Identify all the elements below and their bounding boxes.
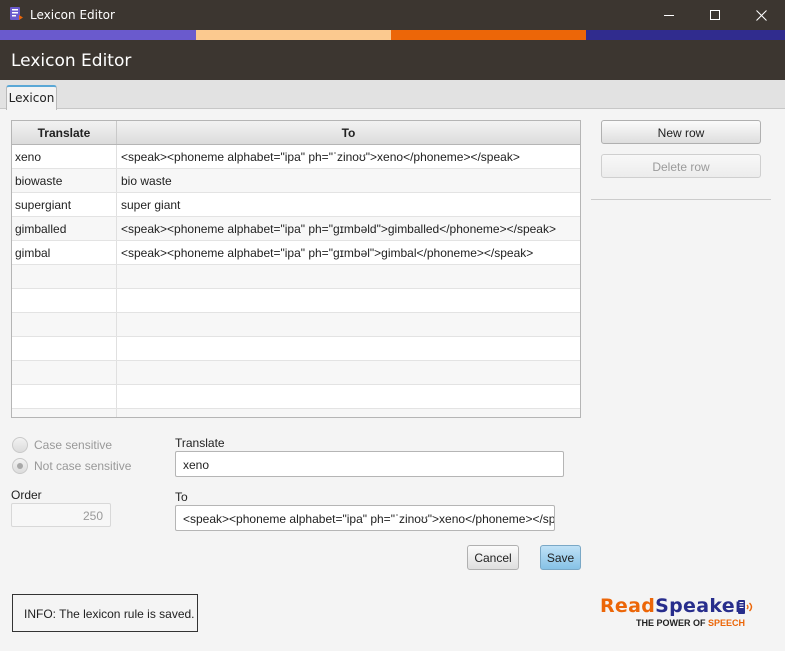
translate-label: Translate: [175, 436, 225, 450]
header: Lexicon Editor: [0, 40, 785, 80]
brand-stripe-4: [586, 30, 785, 40]
cell-translate: supergiant: [12, 193, 117, 216]
table-header: Translate To: [12, 121, 580, 145]
empty-row: [12, 409, 580, 417]
case-sensitive-label: Case sensitive: [34, 438, 113, 452]
brand-stripe-1: [0, 30, 196, 40]
page-title: Lexicon Editor: [11, 51, 132, 71]
empty-row: [12, 337, 580, 361]
lexicon-table[interactable]: Translate To xeno <speak><phoneme alphab…: [11, 120, 581, 418]
table-row[interactable]: xeno <speak><phoneme alphabet="ipa" ph="…: [12, 145, 580, 169]
empty-row: [12, 265, 580, 289]
maximize-button[interactable]: [692, 0, 738, 30]
cell-translate: gimballed: [12, 217, 117, 240]
cell-translate: xeno: [12, 145, 117, 168]
cell-to: super giant: [121, 198, 181, 212]
case-sensitive-radio[interactable]: [12, 437, 28, 453]
cancel-button[interactable]: Cancel: [467, 545, 519, 570]
table-row[interactable]: supergiant super giant: [12, 193, 580, 217]
radio-selected-dot: [17, 463, 23, 469]
table-row[interactable]: biowaste bio waste: [12, 169, 580, 193]
order-field[interactable]: 250: [11, 503, 111, 527]
brand-stripe-2: [196, 30, 391, 40]
minimize-icon: [663, 14, 674, 16]
brand-stripe-3: [391, 30, 586, 40]
table-row[interactable]: gimbal <speak><phoneme alphabet="ipa" ph…: [12, 241, 580, 265]
minimize-button[interactable]: [646, 0, 692, 30]
logo-wordmark: ReadSpeaker: [600, 595, 745, 617]
cell-translate: biowaste: [12, 169, 117, 192]
cell-to: <speak><phoneme alphabet="ipa" ph="gɪmbə…: [121, 246, 534, 260]
tab-bar: Lexicon: [0, 80, 785, 110]
not-case-sensitive-label: Not case sensitive: [34, 459, 132, 473]
cell-to: <speak><phoneme alphabet="ipa" ph="ˈzino…: [121, 150, 520, 164]
translate-field[interactable]: xeno: [175, 451, 564, 477]
table-row[interactable]: gimballed <speak><phoneme alphabet="ipa"…: [12, 217, 580, 241]
delete-row-button[interactable]: Delete row: [601, 154, 761, 178]
to-field[interactable]: <speak><phoneme alphabet="ipa" ph="ˈzino…: [175, 505, 555, 531]
cell-to: <speak><phoneme alphabet="ipa" ph="gɪmbə…: [121, 222, 556, 236]
close-button[interactable]: [738, 0, 784, 30]
logo-tagline: THE POWER OF SPEECH: [636, 618, 746, 628]
empty-row: [12, 289, 580, 313]
column-header-to[interactable]: To: [117, 121, 580, 144]
app-icon: [10, 7, 23, 20]
tab-lexicon[interactable]: Lexicon: [6, 85, 57, 110]
not-case-sensitive-radio[interactable]: [12, 458, 28, 474]
new-row-button[interactable]: New row: [601, 120, 761, 144]
window-title: Lexicon Editor: [30, 8, 115, 22]
empty-row: [12, 385, 580, 409]
close-icon: [755, 9, 767, 21]
empty-row: [12, 313, 580, 337]
empty-row: [12, 361, 580, 385]
column-header-translate[interactable]: Translate: [12, 121, 117, 144]
maximize-icon: [709, 9, 720, 20]
to-label: To: [175, 490, 188, 504]
speaker-icon: [738, 600, 753, 614]
cell-translate: gimbal: [12, 241, 117, 264]
order-label: Order: [11, 488, 42, 502]
title-bar: Lexicon Editor: [0, 0, 785, 30]
cell-to: bio waste: [121, 174, 172, 188]
divider: [591, 199, 771, 200]
save-button[interactable]: Save: [540, 545, 581, 570]
readspeaker-logo: ReadSpeaker THE POWER OF SPEECH: [600, 595, 760, 635]
status-info: INFO: The lexicon rule is saved.: [12, 594, 198, 632]
